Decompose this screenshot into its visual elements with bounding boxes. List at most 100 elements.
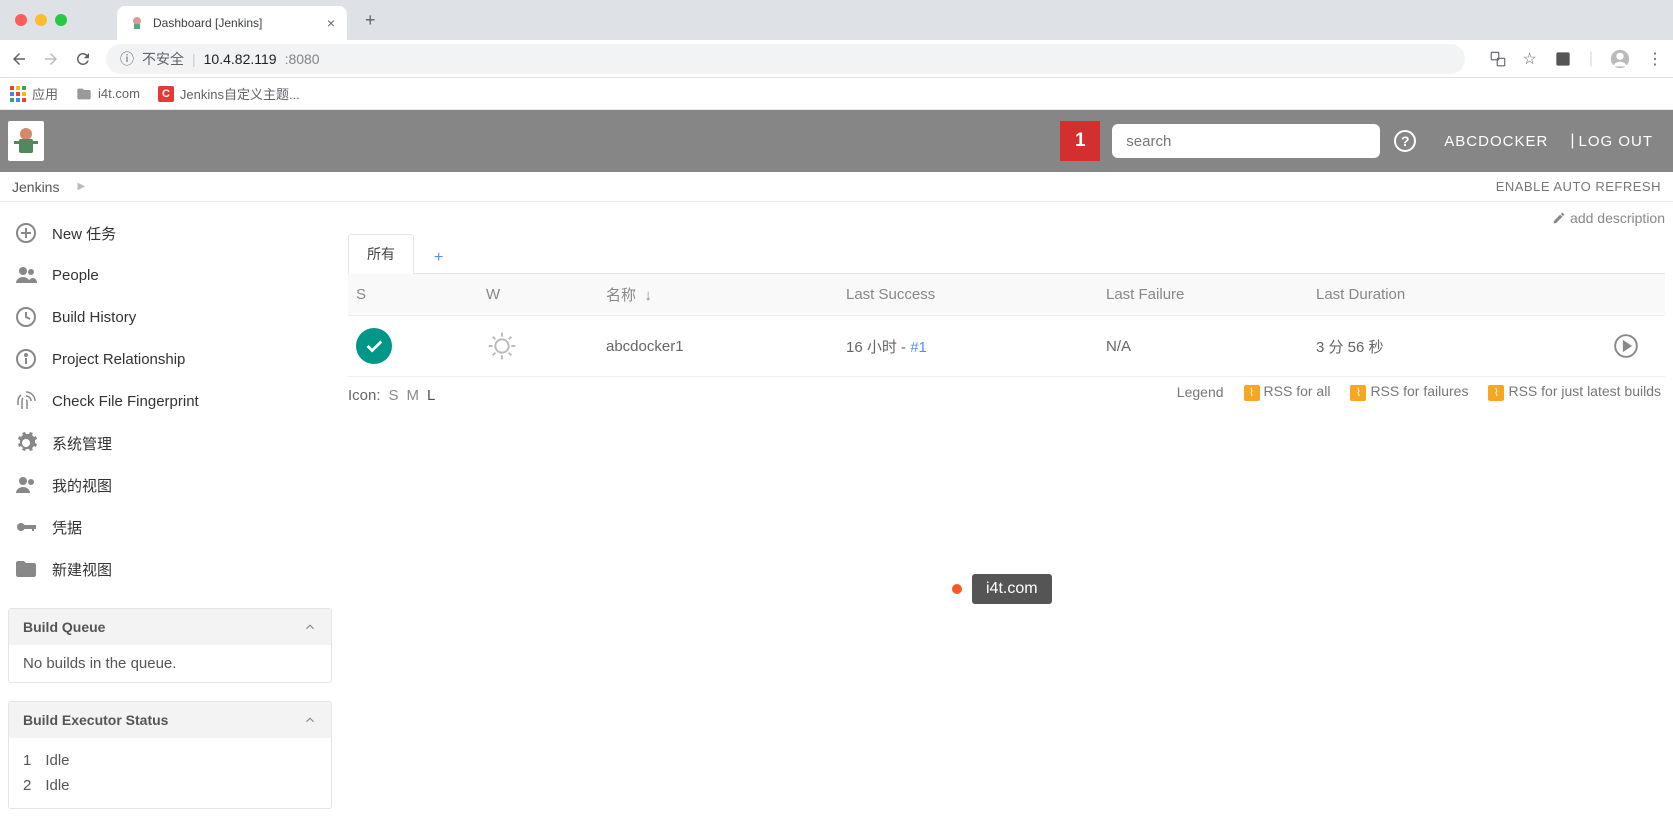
browser-tab[interactable]: Dashboard [Jenkins] ×: [117, 6, 347, 40]
sidebar-check-fingerprint[interactable]: Check File Fingerprint: [8, 380, 332, 422]
watermark: i4t.com: [952, 574, 1052, 604]
collapse-icon[interactable]: [303, 620, 317, 634]
minimize-window-button[interactable]: [35, 14, 47, 26]
rss-latest-link[interactable]: ⌇RSS for just latest builds: [1488, 383, 1661, 401]
icon-size-small[interactable]: S: [389, 387, 399, 404]
apps-grid-icon: [10, 86, 26, 102]
watermark-label: i4t.com: [972, 574, 1052, 604]
notification-badge[interactable]: 1: [1060, 121, 1100, 161]
sidebar-label: 凭据: [52, 517, 82, 538]
executor-state: Idle: [45, 752, 69, 769]
enable-auto-refresh-link[interactable]: ENABLE AUTO REFRESH: [1496, 179, 1661, 194]
sidebar-label: Check File Fingerprint: [52, 393, 199, 410]
chrome-menu-icon[interactable]: ⋮: [1647, 49, 1663, 69]
back-button[interactable]: [10, 50, 28, 68]
col-last-duration[interactable]: Last Duration: [1308, 274, 1605, 316]
header-divider: |: [1570, 132, 1574, 150]
col-status[interactable]: S: [348, 274, 478, 316]
build-now-icon[interactable]: [1613, 333, 1657, 359]
icon-size-picker: Icon: S M L: [348, 377, 435, 414]
build-number-link[interactable]: #1: [910, 339, 927, 356]
help-icon[interactable]: ?: [1394, 130, 1416, 152]
sidebar-label: Build History: [52, 309, 136, 326]
bookmark-bar: 应用 i4t.com C Jenkins自定义主题...: [0, 78, 1673, 110]
tab-title: Dashboard [Jenkins]: [153, 16, 319, 30]
executor-header[interactable]: Build Executor Status: [9, 702, 331, 738]
breadcrumb-bar: Jenkins ▶ ENABLE AUTO REFRESH: [0, 172, 1673, 202]
executor-row: 2Idle: [23, 773, 317, 798]
bookmark-label: Jenkins自定义主题...: [180, 84, 300, 103]
sidebar-label: People: [52, 267, 99, 284]
bookmark-i4t[interactable]: i4t.com: [76, 86, 140, 102]
icon-label: Icon:: [348, 387, 381, 404]
apps-label: 应用: [32, 84, 58, 103]
add-description-link[interactable]: add description: [1552, 210, 1665, 226]
sidebar-credentials[interactable]: 凭据: [8, 506, 332, 548]
bookmark-jenkins-theme[interactable]: C Jenkins自定义主题...: [158, 84, 300, 103]
legend-link[interactable]: Legend: [1177, 384, 1224, 400]
translate-icon[interactable]: [1489, 50, 1507, 68]
sidebar-label: New 任务: [52, 223, 116, 244]
plus-circle-icon: [14, 221, 38, 245]
job-name-link[interactable]: abcdocker1: [606, 338, 684, 355]
tab-add-button[interactable]: +: [424, 243, 453, 273]
last-duration-cell: 3 分 56 秒: [1308, 316, 1605, 377]
executor-state: Idle: [45, 777, 69, 794]
col-last-success[interactable]: Last Success: [838, 274, 1098, 316]
icon-size-medium[interactable]: M: [407, 387, 420, 404]
search-box[interactable]: [1112, 124, 1380, 158]
col-actions: [1605, 274, 1665, 316]
breadcrumb-root[interactable]: Jenkins: [12, 179, 59, 195]
status-success-icon: [356, 328, 392, 364]
build-queue-panel: Build Queue No builds in the queue.: [8, 608, 332, 683]
bookmark-star-icon[interactable]: ☆: [1523, 49, 1537, 69]
user-link[interactable]: ABCDOCKER: [1444, 133, 1548, 150]
tab-close-icon[interactable]: ×: [327, 15, 335, 31]
sidebar-people[interactable]: People: [8, 254, 332, 296]
people-icon: [14, 473, 38, 497]
extension-icon[interactable]: [1553, 49, 1573, 69]
sidebar-label: 系统管理: [52, 433, 112, 454]
col-last-failure[interactable]: Last Failure: [1098, 274, 1308, 316]
tab-all[interactable]: 所有: [348, 234, 414, 274]
sidebar-build-history[interactable]: Build History: [8, 296, 332, 338]
main-content: New 任务 People Build History Project Rela…: [0, 202, 1673, 819]
job-row: abcdocker1 16 小时 - #1 N/A 3 分 56 秒: [348, 316, 1665, 377]
forward-button[interactable]: [42, 50, 60, 68]
breadcrumb-arrow-icon[interactable]: ▶: [77, 181, 85, 192]
info-icon: [14, 347, 38, 371]
search-input[interactable]: [1126, 133, 1366, 150]
info-icon: ⓘ: [120, 49, 134, 69]
close-window-button[interactable]: [15, 14, 27, 26]
security-label: 不安全: [142, 49, 184, 69]
sidebar-new-view[interactable]: 新建视图: [8, 548, 332, 590]
col-name[interactable]: 名称 ↓: [598, 274, 838, 316]
icon-size-large[interactable]: L: [427, 387, 435, 404]
rss-failures-link[interactable]: ⌇RSS for failures: [1350, 383, 1468, 401]
profile-avatar-icon[interactable]: [1609, 48, 1631, 70]
sidebar-label: Project Relationship: [52, 351, 185, 368]
rss-icon: ⌇: [1244, 385, 1260, 401]
build-queue-header[interactable]: Build Queue: [9, 609, 331, 645]
rss-all-link[interactable]: ⌇RSS for all: [1244, 383, 1331, 401]
col-weather[interactable]: W: [478, 274, 598, 316]
address-bar[interactable]: ⓘ 不安全 | 10.4.82.119:8080: [106, 44, 1465, 74]
new-tab-button[interactable]: +: [365, 10, 376, 31]
sidebar-project-relationship[interactable]: Project Relationship: [8, 338, 332, 380]
executor-body: 1Idle 2Idle: [9, 738, 331, 808]
sidebar-manage[interactable]: 系统管理: [8, 422, 332, 464]
people-icon: [14, 263, 38, 287]
apps-bookmark[interactable]: 应用: [10, 84, 58, 103]
folder-icon: [14, 557, 38, 581]
table-header-row: S W 名称 ↓ Last Success Last Failure Last …: [348, 274, 1665, 316]
sidebar-my-views[interactable]: 我的视图: [8, 464, 332, 506]
jenkins-logo[interactable]: [8, 121, 44, 161]
sort-arrow-icon: ↓: [644, 287, 652, 304]
sidebar-label: 新建视图: [52, 559, 112, 580]
logout-link[interactable]: LOG OUT: [1578, 133, 1653, 150]
maximize-window-button[interactable]: [55, 14, 67, 26]
last-failure-cell: N/A: [1098, 316, 1308, 377]
sidebar-new-item[interactable]: New 任务: [8, 212, 332, 254]
collapse-icon[interactable]: [303, 713, 317, 727]
reload-button[interactable]: [74, 50, 92, 68]
